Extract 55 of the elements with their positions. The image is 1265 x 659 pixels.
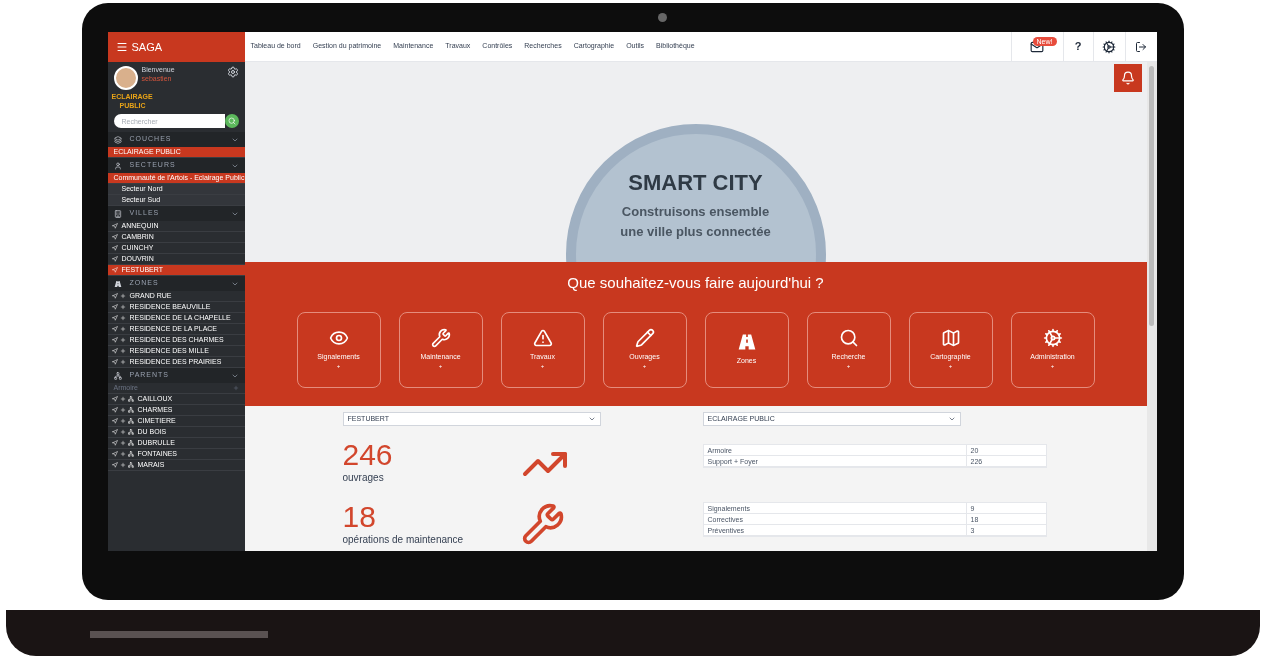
plus-icon (119, 407, 126, 413)
road-icon (736, 332, 757, 353)
pencil-icon (634, 327, 655, 348)
cogs-icon (1042, 327, 1063, 348)
section-icon (113, 161, 122, 170)
settings-icon[interactable] (1102, 39, 1116, 54)
help-button[interactable]: ? (1062, 32, 1093, 61)
logout-icon[interactable] (1135, 40, 1147, 53)
stat-value: 18 (342, 502, 377, 532)
plus-icon (119, 396, 126, 402)
network-icon (127, 451, 134, 457)
hero-title: SMART CITY (628, 172, 763, 194)
warning-icon (532, 327, 553, 348)
plus-icon (119, 304, 126, 310)
plus-icon (119, 293, 126, 299)
search-icon (227, 117, 236, 125)
chevron-icon (947, 415, 956, 423)
network-icon (127, 418, 134, 424)
map-icon (940, 327, 961, 348)
network-icon (127, 407, 134, 413)
question: Que souhaitez-vous faire aujourd'hui ? (567, 273, 824, 293)
section-icon (113, 135, 122, 144)
plus-icon (119, 429, 126, 435)
network-icon (127, 462, 134, 468)
stat-label: opérations de maintenance (342, 533, 465, 547)
wrench-icon (520, 502, 565, 546)
plus-icon (119, 462, 126, 468)
plus-icon (119, 418, 126, 424)
plus-icon (119, 451, 126, 457)
wrench-icon (430, 327, 451, 348)
plus-icon (119, 348, 126, 354)
webcam (657, 13, 667, 22)
hero-subtitle: Construisons ensemble (621, 203, 770, 221)
section-icon (113, 209, 122, 218)
scrollbar[interactable] (1146, 62, 1157, 551)
menu-icon[interactable] (115, 41, 128, 53)
plus-icon (119, 315, 126, 321)
plus-icon (119, 359, 126, 365)
settings-icon[interactable] (226, 66, 239, 78)
plus-icon (119, 326, 126, 332)
plus-icon (119, 440, 126, 446)
bell-icon[interactable] (1120, 71, 1135, 85)
hero-subtitle: une ville plus connectée (620, 223, 771, 241)
avatar (113, 66, 138, 90)
section-icon (113, 279, 122, 288)
chevron-icon (587, 415, 596, 423)
stat-value: 246 (342, 440, 394, 470)
network-icon (127, 396, 134, 402)
brand-name: SAGA (131, 39, 163, 55)
network-icon (127, 440, 134, 446)
network-icon (127, 429, 134, 435)
search-icon (838, 327, 859, 348)
section-icon (113, 371, 122, 380)
stat-label: ouvrages (342, 471, 385, 485)
plus-icon (119, 337, 126, 343)
